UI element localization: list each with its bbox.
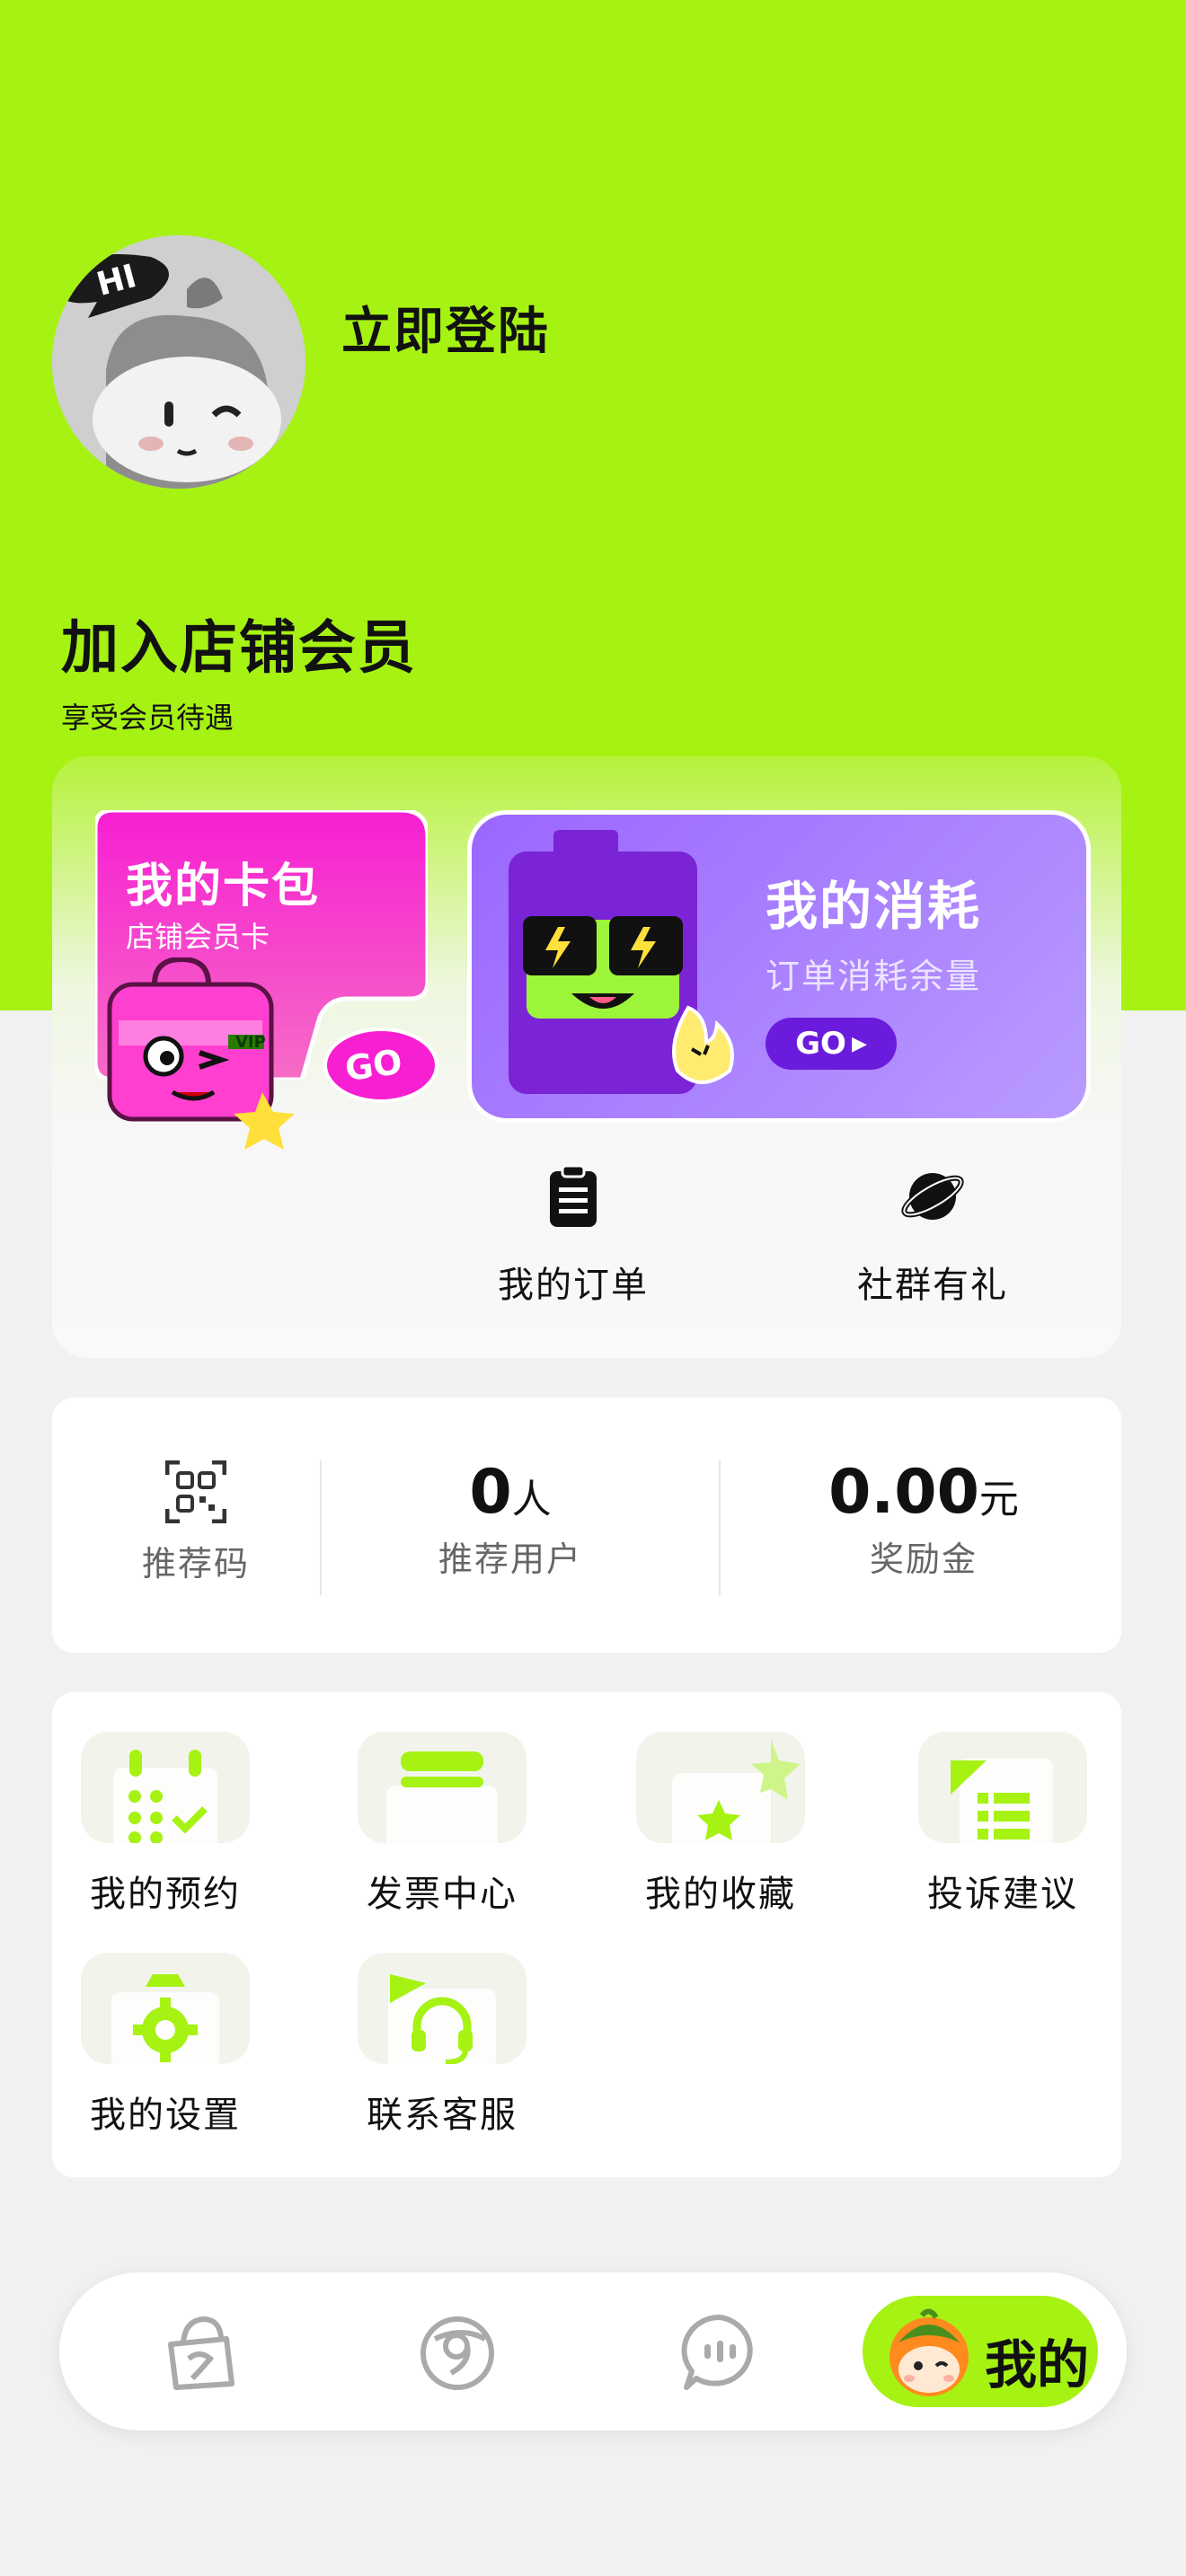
shopping-bag-icon [168,2316,235,2390]
invoice-icon [386,1751,498,1843]
quick-action-community[interactable]: 社群有礼 [825,1164,1040,1308]
tab-discover[interactable] [417,2312,498,2393]
service-invoices[interactable]: 发票中心 [352,1732,532,1917]
wallet-go-button[interactable]: GO [318,1024,438,1107]
wallet-vip-tag: VIP [235,1033,266,1052]
referred-users-item[interactable]: 0人 推荐用户 [394,1457,627,1581]
service-settings[interactable]: 我的设置 [75,1953,255,2138]
consumption-go-button[interactable]: GO ▶ [766,1018,897,1070]
login-link[interactable]: 立即登陆 [341,291,550,364]
battery-mascot-icon [509,830,734,1094]
quick-action-community-label: 社群有礼 [857,1265,1008,1306]
reward-value: 0.00 [828,1457,979,1528]
chat-icon [681,2314,753,2390]
service-icon-tile [358,1732,527,1843]
quick-action-orders[interactable]: 我的订单 [465,1164,681,1308]
service-settings-label: 我的设置 [90,2095,241,2136]
discover-icon [420,2316,494,2390]
gear-icon [111,1974,219,2064]
reward-label: 奖励金 [869,1539,978,1579]
referred-users-unit: 人 [511,1477,552,1522]
tab-messages[interactable] [679,2312,760,2393]
consumption-go-label: GO [795,1026,846,1062]
referral-code-item[interactable]: 推荐码 [106,1460,286,1585]
service-icon-tile [918,1732,1087,1843]
feedback-list-icon [951,1759,1053,1843]
service-icon-tile [358,1953,527,2064]
quick-action-orders-label: 我的订单 [498,1265,649,1306]
star-icon [672,1739,801,1843]
tab-profile-label: 我的 [985,2334,1090,2395]
stats-divider [320,1460,322,1595]
referral-code-label: 推荐码 [141,1544,250,1584]
wallet-go-label: GO [342,1041,405,1090]
mascot-avatar-illustration [52,235,305,489]
consumption-card-subtitle: 订单消耗余量 [766,957,982,996]
reward-item[interactable]: 0.00元 奖励金 [807,1457,1040,1581]
wallet-mascot-icon [107,957,295,1150]
service-icon-tile [81,1953,250,2064]
consumption-card-title: 我的消耗 [766,876,982,937]
referred-users-value: 0 [469,1457,512,1528]
service-appointments[interactable]: 我的预约 [75,1732,255,1917]
play-arrow-icon: ▶ [851,1032,867,1055]
service-icon-tile [81,1732,250,1843]
service-appointments-label: 我的预约 [90,1874,241,1915]
avatar[interactable]: HI [52,235,305,489]
headset-icon [388,1974,496,2064]
reward-unit: 元 [978,1477,1019,1522]
planet-icon [901,1173,964,1220]
tab-profile[interactable]: 我的 [863,2296,1098,2407]
bottom-tab-bar: 我的 [59,2272,1127,2430]
referred-users-label: 推荐用户 [438,1539,582,1579]
tab-shop[interactable] [158,2312,239,2393]
membership-title: 加入店铺会员 [61,615,417,682]
mascot-avatar-icon [890,2308,969,2396]
clipboard-icon [550,1164,597,1227]
wallet-card-subtitle: 店铺会员卡 [126,920,270,954]
stats-divider [719,1460,721,1595]
service-favorites[interactable]: 我的收藏 [631,1732,810,1917]
service-feedback[interactable]: 投诉建议 [913,1732,1093,1917]
service-favorites-label: 我的收藏 [645,1874,796,1915]
service-customer-support-label: 联系客服 [367,2095,518,2136]
wallet-card-title: 我的卡包 [126,860,321,913]
membership-subtitle: 享受会员待遇 [61,701,235,735]
service-invoices-label: 发票中心 [367,1874,518,1915]
qr-code-icon [164,1460,227,1524]
referral-stats-panel: 推荐码 0人 推荐用户 0.00元 奖励金 [52,1398,1121,1653]
service-feedback-label: 投诉建议 [927,1874,1078,1915]
service-customer-support[interactable]: 联系客服 [352,1953,532,2138]
service-icon-tile [636,1732,805,1843]
calendar-check-icon [113,1750,217,1843]
